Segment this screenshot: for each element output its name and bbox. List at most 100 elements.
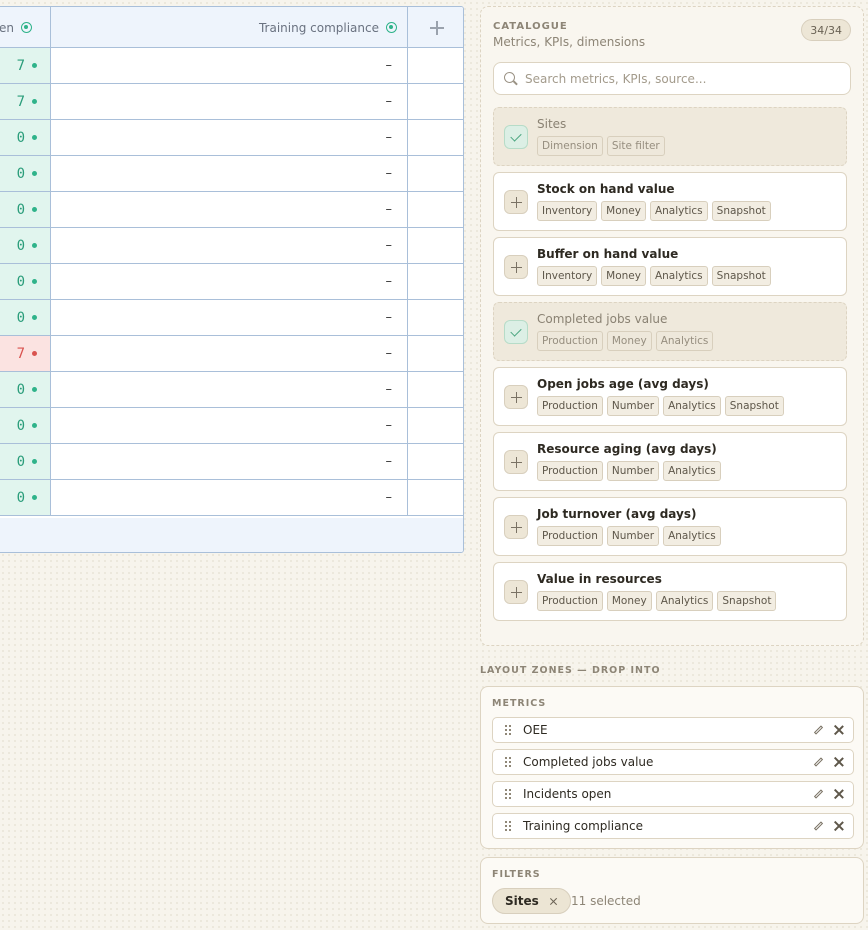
- tag-badge: Production: [537, 591, 603, 611]
- close-icon[interactable]: [832, 787, 846, 801]
- close-icon[interactable]: [549, 897, 558, 906]
- training-compliance-value: –: [385, 94, 393, 109]
- edit-icon[interactable]: [811, 755, 825, 769]
- table-row[interactable]: 0–: [0, 372, 463, 408]
- filters-zone-label: FILTERS: [492, 869, 541, 880]
- drag-handle-icon[interactable]: [504, 724, 512, 736]
- open-count-value: 0: [16, 381, 25, 398]
- training-compliance-value: –: [385, 346, 393, 361]
- status-dot-icon: [32, 351, 37, 356]
- metric-chip[interactable]: Training compliance: [492, 813, 854, 839]
- empty-cell: [408, 444, 463, 479]
- metric-name: Incidents open: [523, 787, 612, 801]
- empty-cell: [408, 264, 463, 299]
- metric-chip[interactable]: OEE: [492, 717, 854, 743]
- close-icon[interactable]: [832, 755, 846, 769]
- metric-name: Completed jobs value: [523, 755, 654, 769]
- status-dot-icon: [32, 279, 37, 284]
- column-header-open[interactable]: en: [0, 7, 51, 48]
- drag-handle-icon[interactable]: [504, 756, 512, 768]
- open-count-value: 0: [16, 201, 25, 218]
- catalogue-item[interactable]: Value in resources Production Money Analyti…: [493, 562, 847, 621]
- catalogue-item[interactable]: Stock on hand value Inventory Money Analyti…: [493, 172, 847, 231]
- plus-icon: [510, 456, 522, 468]
- column-header-training-compliance[interactable]: Training compliance: [51, 7, 408, 48]
- added-toggle-button[interactable]: [504, 125, 528, 149]
- added-toggle-button[interactable]: [504, 320, 528, 344]
- drag-handle-icon[interactable]: [504, 788, 512, 800]
- catalogue-item-tags: Production Money Analytics: [537, 331, 714, 351]
- table-header: en Training compliance: [0, 7, 463, 48]
- tag-badge: Analytics: [663, 396, 721, 416]
- catalogue-title: CATALOGUE: [493, 21, 568, 32]
- training-compliance-value: –: [385, 130, 393, 145]
- table-row[interactable]: 0–: [0, 156, 463, 192]
- catalogue-item[interactable]: Buffer on hand value Inventory Money Analyt…: [493, 237, 847, 296]
- close-icon[interactable]: [832, 819, 846, 833]
- empty-cell: [408, 300, 463, 335]
- table-row[interactable]: 0–: [0, 192, 463, 228]
- catalogue-item[interactable]: Open jobs age (avg days) Production Number…: [493, 367, 847, 426]
- tag-badge: Production: [537, 331, 603, 351]
- catalogue-item[interactable]: Job turnover (avg days) Production Number A…: [493, 497, 847, 556]
- edit-icon[interactable]: [811, 787, 825, 801]
- table-row[interactable]: 7–: [0, 84, 463, 120]
- table-row[interactable]: 0–: [0, 264, 463, 300]
- training-compliance-value: –: [385, 418, 393, 433]
- close-icon[interactable]: [832, 723, 846, 737]
- metric-chip[interactable]: Completed jobs value: [492, 749, 854, 775]
- add-column-icon[interactable]: [429, 20, 444, 35]
- add-item-button[interactable]: [504, 450, 528, 474]
- tag-badge: Analytics: [649, 201, 708, 221]
- table-row[interactable]: 0–: [0, 228, 463, 264]
- metric-chip[interactable]: Incidents open: [492, 781, 854, 807]
- add-item-button[interactable]: [504, 515, 528, 539]
- table-row[interactable]: 0–: [0, 408, 463, 444]
- add-item-button[interactable]: [504, 580, 528, 604]
- status-dot-icon: [32, 243, 37, 248]
- tag-badge: Production: [537, 526, 603, 546]
- add-item-button[interactable]: [504, 190, 528, 214]
- add-item-button[interactable]: [504, 385, 528, 409]
- filters-zone[interactable]: FILTERS Sites 11 selected: [480, 857, 864, 924]
- tag-badge: Inventory: [537, 201, 598, 221]
- training-compliance-cell: –: [51, 192, 408, 227]
- search-input[interactable]: [525, 63, 845, 94]
- table-row[interactable]: 7–: [0, 336, 463, 372]
- edit-icon[interactable]: [811, 723, 825, 737]
- catalogue-item-tags: Production Number Analytics: [537, 461, 721, 481]
- catalogue-item[interactable]: Completed jobs value Production Money Analy…: [493, 302, 847, 361]
- metrics-zone[interactable]: METRICS OEE Completed jobs value Incidents…: [480, 686, 864, 849]
- catalogue-item[interactable]: Resource aging (avg days) Production Numbe…: [493, 432, 847, 491]
- tag-badge: Number: [606, 396, 660, 416]
- open-count-value: 7: [16, 93, 25, 110]
- empty-cell: [408, 408, 463, 443]
- open-count-cell: 0: [0, 120, 51, 155]
- status-dot-icon: [32, 495, 37, 500]
- open-count-cell: 0: [0, 372, 51, 407]
- empty-cell: [408, 48, 463, 83]
- training-compliance-cell: –: [51, 444, 408, 479]
- layout-zones-title: LAYOUT ZONES — DROP INTO: [480, 665, 661, 676]
- tag-badge: Snapshot: [717, 591, 777, 611]
- add-item-button[interactable]: [504, 255, 528, 279]
- catalogue-item[interactable]: Sites Dimension Site filter: [493, 107, 847, 166]
- status-dot-icon: [32, 63, 37, 68]
- table-row[interactable]: 7–: [0, 48, 463, 84]
- table-row[interactable]: 0–: [0, 300, 463, 336]
- table-row[interactable]: 0–: [0, 120, 463, 156]
- status-dot-icon: [32, 315, 37, 320]
- catalogue-count-badge: 34/34: [801, 19, 851, 41]
- table-row[interactable]: 0–: [0, 480, 463, 516]
- training-compliance-cell: –: [51, 264, 408, 299]
- empty-cell: [408, 156, 463, 191]
- filter-chip-sites[interactable]: Sites: [492, 888, 571, 914]
- catalogue-item-name: Stock on hand value: [537, 182, 675, 196]
- catalogue-item-tags: Production Money Analytics Snapshot: [537, 591, 777, 611]
- table-row[interactable]: 0–: [0, 444, 463, 480]
- tag-badge: Analytics: [655, 591, 714, 611]
- catalogue-item-name: Job turnover (avg days): [537, 507, 697, 521]
- edit-icon[interactable]: [811, 819, 825, 833]
- catalogue-item-tags: Inventory Money Analytics Snapshot: [537, 201, 771, 221]
- drag-handle-icon[interactable]: [504, 820, 512, 832]
